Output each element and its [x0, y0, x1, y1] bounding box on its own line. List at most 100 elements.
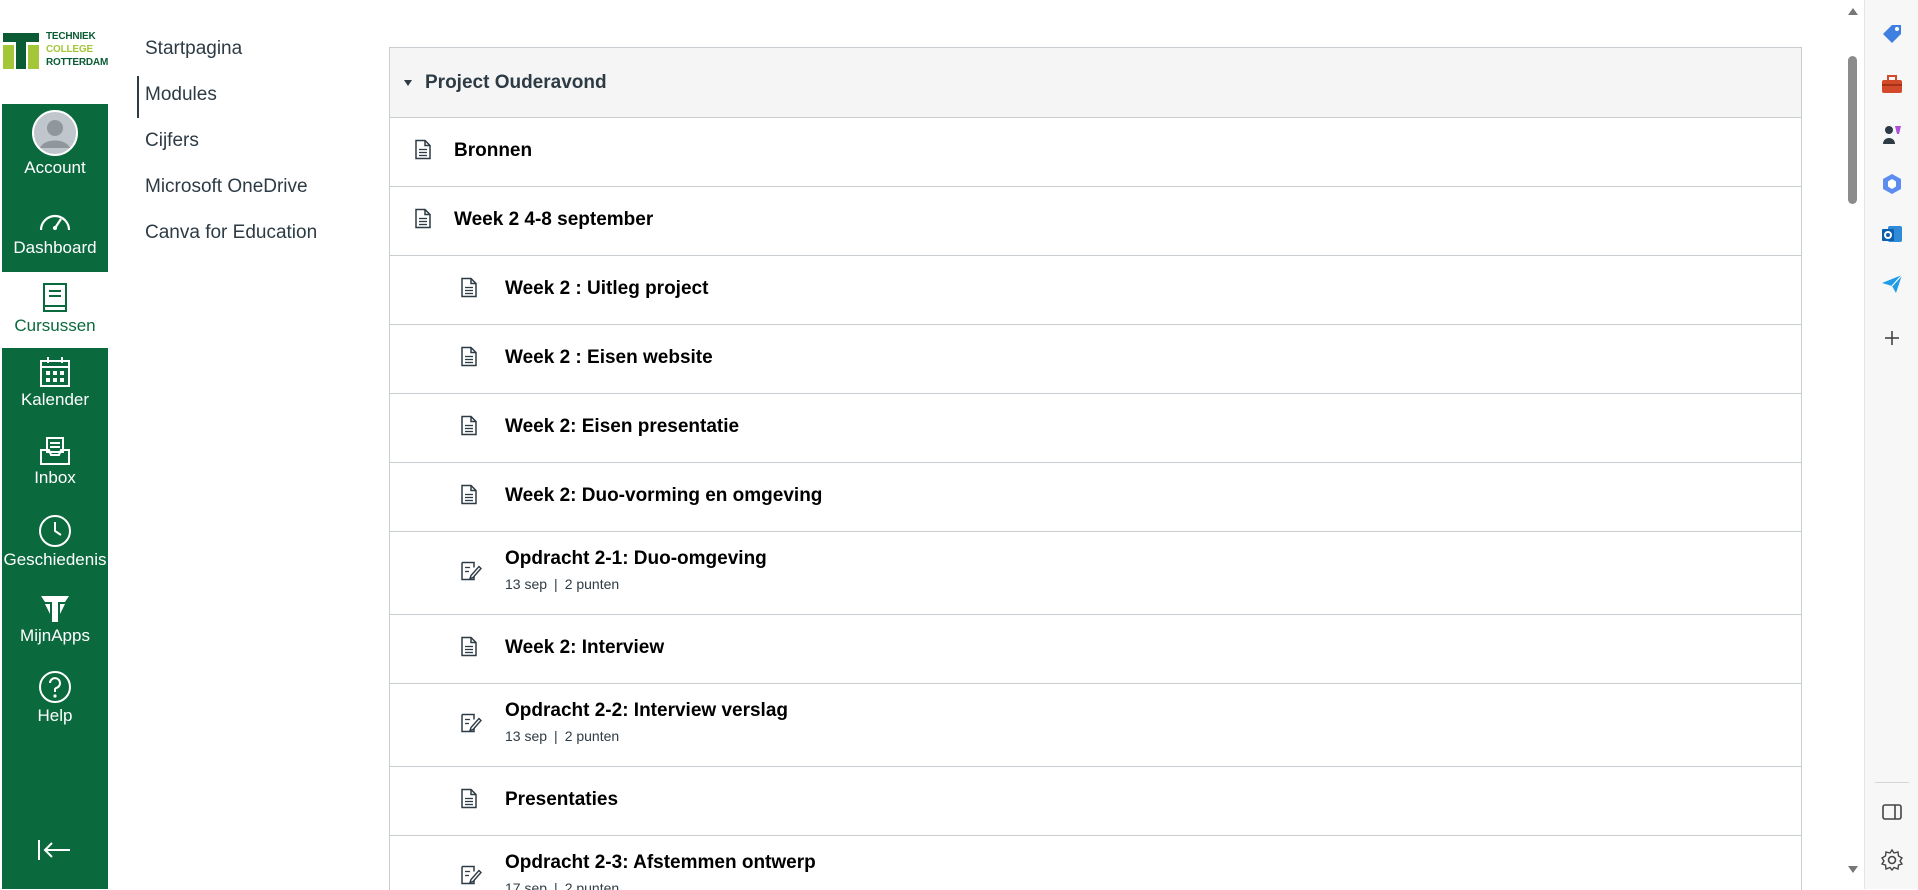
send-icon[interactable]	[1880, 272, 1904, 296]
plus-icon[interactable]	[1880, 326, 1904, 350]
course-nav-active-indicator	[137, 76, 139, 118]
module-title: Project Ouderavond	[425, 72, 607, 94]
course-nav-home[interactable]: Startpagina	[145, 38, 242, 60]
nav-label-courses: Cursussen	[2, 316, 108, 336]
scroll-up-arrow-icon[interactable]	[1848, 8, 1858, 15]
logo-line-3: ROTTERDAM	[46, 56, 108, 69]
global-navigation: TECHNIEK COLLEGE ROTTERDAM Account Dashb…	[0, 0, 108, 889]
module-item-text: Opdracht 2-3: Afstemmen ontwerp17 sep|2 …	[505, 852, 816, 890]
module-item-title[interactable]: Week 2 : Uitleg project	[505, 278, 708, 300]
nav-label-inbox: Inbox	[2, 468, 108, 488]
course-nav-modules[interactable]: Modules	[145, 84, 217, 106]
nav-item-history[interactable]: Geschiedenis	[2, 514, 108, 588]
toolbox-icon[interactable]	[1880, 72, 1904, 96]
module-item[interactable]: Week 2: Duo-vorming en omgeving	[390, 463, 1801, 532]
page-icon	[460, 789, 478, 814]
logo-text: TECHNIEK COLLEGE ROTTERDAM	[46, 30, 108, 69]
module-item-text: Week 2 4-8 september	[454, 209, 653, 231]
module-item-title[interactable]: Week 2 4-8 september	[454, 209, 653, 231]
nav-item-help[interactable]: Help	[2, 670, 108, 744]
module-item[interactable]: Opdracht 2-2: Interview verslag 13 sep | 2 …	[390, 684, 1801, 767]
page-icon	[460, 485, 478, 510]
module-item-title[interactable]: Week 2 : Eisen website	[505, 347, 713, 369]
copilot-icon[interactable]	[1880, 172, 1904, 196]
page-icon	[414, 209, 432, 234]
module-item-text: Week 2 : Eisen website	[505, 347, 713, 369]
module-item-text: Week 2 : Uitleg project	[505, 278, 708, 300]
page-icon	[460, 637, 478, 662]
page-icon	[460, 347, 478, 372]
module-item[interactable]: Week 2 : Uitleg project	[390, 256, 1801, 325]
split-view-icon[interactable]	[1880, 800, 1904, 824]
module-item[interactable]: Presentaties	[390, 767, 1801, 836]
nav-label-dashboard: Dashboard	[2, 238, 108, 258]
module-item-title[interactable]: Bronnen	[454, 140, 532, 162]
module-item-title[interactable]: Opdracht 2-2: Interview verslag	[505, 700, 788, 722]
nav-item-myapps[interactable]: MijnApps	[2, 592, 108, 666]
collapse-nav-icon[interactable]	[36, 838, 72, 862]
module-item-title[interactable]: Presentaties	[505, 789, 618, 811]
nav-item-inbox[interactable]: Inbox	[2, 436, 108, 510]
module-item-title[interactable]: Opdracht 2-3: Afstemmen ontwerp	[505, 852, 816, 874]
module-item[interactable]: Opdracht 2-3: Afstemmen ontwerp17 sep|2 …	[390, 836, 1801, 890]
points: 2 punten	[565, 728, 620, 744]
browser-sidebar	[1864, 0, 1918, 889]
apps-logo-icon	[39, 592, 71, 624]
meta-separator: |	[554, 576, 558, 592]
nav-item-account[interactable]: Account	[2, 110, 108, 184]
sidebar-divider	[1875, 782, 1909, 783]
module-item-text: Week 2: Interview	[505, 637, 664, 659]
nav-item-dashboard[interactable]: Dashboard	[2, 206, 108, 280]
page-icon	[414, 140, 432, 165]
module-item-title[interactable]: Week 2: Interview	[505, 637, 664, 659]
settings-icon[interactable]	[1880, 848, 1904, 872]
module-item-text: Week 2: Eisen presentatie	[505, 416, 739, 438]
course-nav-canva[interactable]: Canva for Education	[145, 222, 317, 244]
page-icon	[460, 278, 478, 303]
module-item-title[interactable]: Opdracht 2-1: Duo-omgeving	[505, 548, 767, 570]
tag-icon[interactable]	[1880, 22, 1904, 46]
clock-icon	[38, 514, 72, 548]
nav-label-history: Geschiedenis	[2, 550, 108, 570]
module-item-meta: 13 sep|2 punten	[505, 576, 767, 592]
module-item[interactable]: Week 2: Eisen presentatie	[390, 394, 1801, 463]
course-nav-grades[interactable]: Cijfers	[145, 130, 199, 152]
games-icon[interactable]	[1880, 122, 1904, 146]
nav-item-courses[interactable]: Cursussen	[2, 272, 108, 348]
dashboard-icon	[38, 206, 72, 236]
logo-line-2: COLLEGE	[46, 43, 108, 56]
outlook-icon[interactable]	[1880, 222, 1904, 246]
module-item-title[interactable]: Week 2: Eisen presentatie	[505, 416, 739, 438]
book-icon	[41, 282, 69, 314]
module-header[interactable]: Project Ouderavond	[390, 48, 1801, 118]
scroll-thumb[interactable]	[1848, 56, 1857, 204]
module-item[interactable]: Opdracht 2-1: Duo-omgeving13 sep|2 punte…	[390, 532, 1801, 615]
logo-mark-icon	[3, 33, 39, 69]
module-item[interactable]: Week 2 4-8 september	[390, 187, 1801, 256]
caret-down-icon[interactable]	[404, 80, 412, 86]
module-item-meta: 13 sep | 2 punten	[505, 728, 788, 744]
assignment-icon	[460, 560, 482, 587]
assignment-icon	[460, 712, 482, 739]
module-container: Project Ouderavond Bronnen Week 2 4-8 sep…	[389, 47, 1802, 890]
due-date: 13 sep	[505, 728, 547, 744]
due-date: 13 sep	[505, 576, 547, 592]
module-item[interactable]: Bronnen	[390, 118, 1801, 187]
meta-separator: |	[554, 728, 558, 744]
scroll-down-arrow-icon[interactable]	[1848, 866, 1858, 873]
school-logo[interactable]: TECHNIEK COLLEGE ROTTERDAM	[0, 0, 108, 104]
inbox-icon	[39, 436, 71, 466]
nav-label-calendar: Kalender	[2, 390, 108, 410]
module-item-text: Opdracht 2-2: Interview verslag 13 sep | 2 …	[505, 700, 788, 744]
calendar-icon	[39, 356, 71, 388]
page-scrollbar[interactable]	[1843, 0, 1863, 889]
module-item-text: Bronnen	[454, 140, 532, 162]
logo-line-1: TECHNIEK	[46, 30, 108, 43]
module-item[interactable]: Week 2 : Eisen website	[390, 325, 1801, 394]
module-item-text: Week 2: Duo-vorming en omgeving	[505, 485, 822, 507]
course-nav-onedrive[interactable]: Microsoft OneDrive	[145, 176, 308, 198]
module-item[interactable]: Week 2: Interview	[390, 615, 1801, 684]
module-item-title[interactable]: Week 2: Duo-vorming en omgeving	[505, 485, 822, 507]
nav-label-myapps: MijnApps	[2, 626, 108, 646]
nav-item-calendar[interactable]: Kalender	[2, 356, 108, 430]
